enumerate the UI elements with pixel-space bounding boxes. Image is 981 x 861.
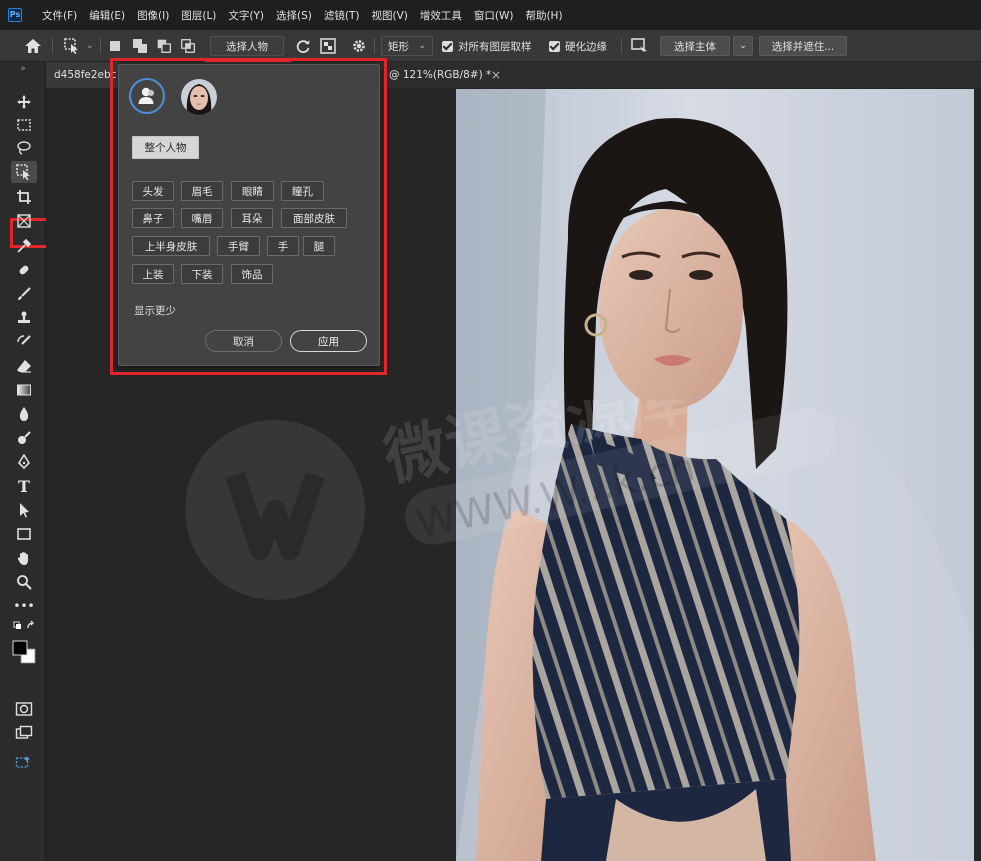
healing-brush-icon[interactable]	[11, 259, 37, 281]
close-icon[interactable]: ×	[491, 62, 505, 88]
color-swatches-icon[interactable]	[11, 636, 37, 668]
swap-colors-icon[interactable]	[11, 618, 37, 634]
checkbox-checked-icon	[442, 40, 453, 52]
menu-view[interactable]: 视图(V)	[365, 8, 413, 23]
select-subject-button[interactable]: 选择主体	[660, 30, 730, 62]
menu-help[interactable]: 帮助(H)	[519, 8, 568, 23]
hard-edge-checkbox[interactable]: 硬化边缘	[549, 30, 607, 62]
object-selection-tool-icon[interactable]	[64, 30, 80, 62]
hard-edge-label: 硬化边缘	[565, 40, 607, 53]
menu-edit[interactable]: 编辑(E)	[83, 8, 131, 23]
document-image	[456, 89, 974, 861]
checkbox-checked-icon	[549, 40, 560, 52]
lasso-tool-icon[interactable]	[11, 137, 37, 159]
highlight-select-people-panel	[110, 58, 387, 375]
menu-filter[interactable]: 滤镜(T)	[318, 8, 366, 23]
select-subject-label: 选择主体	[660, 36, 730, 56]
quick-mask-icon[interactable]	[11, 698, 37, 720]
object-selection-tool-icon[interactable]	[11, 161, 37, 183]
sample-all-layers-label: 对所有图层取样	[458, 40, 532, 53]
tool-preset-chevron-icon[interactable]: ⌄	[86, 30, 94, 62]
tab-document-1[interactable]: d458fe2ebc	[46, 62, 118, 88]
history-brush-icon[interactable]	[11, 331, 37, 353]
mode-select-value: 矩形	[388, 40, 409, 53]
type-tool-icon[interactable]: T	[11, 475, 37, 497]
menu-layer[interactable]: 图层(L)	[175, 8, 222, 23]
chevron-down-icon: ⌄	[733, 36, 753, 56]
tools-panel: » T •••	[0, 62, 60, 861]
select-and-mask-button[interactable]: 选择并遮住...	[759, 30, 847, 62]
menu-image[interactable]: 图像(I)	[131, 8, 175, 23]
menu-select[interactable]: 选择(S)	[270, 8, 318, 23]
crop-tool-icon[interactable]	[11, 186, 37, 208]
home-icon[interactable]	[24, 30, 42, 62]
tab-document-1-label: d458fe2ebc	[54, 69, 117, 81]
frame-tool-icon[interactable]	[11, 210, 37, 232]
photoshop-logo: Ps	[8, 8, 22, 22]
mode-select[interactable]: 矩形 ⌄	[381, 30, 433, 62]
marquee-tool-icon[interactable]	[11, 114, 37, 136]
dodge-tool-icon[interactable]	[11, 427, 37, 449]
select-and-mask-label: 选择并遮住...	[759, 36, 847, 56]
zoom-tool-icon[interactable]	[11, 571, 37, 593]
eyedropper-tool-icon[interactable]	[11, 235, 37, 257]
pen-tool-icon[interactable]	[11, 451, 37, 473]
rectangle-tool-icon[interactable]	[11, 523, 37, 545]
eraser-tool-icon[interactable]	[11, 355, 37, 377]
menu-bar: Ps 文件(F) 编辑(E) 图像(I) 图层(L) 文字(Y) 选择(S) 滤…	[0, 0, 981, 30]
portrait-image	[456, 89, 974, 861]
hand-tool-icon[interactable]	[11, 547, 37, 569]
tab-document-2-label: @ 121%(RGB/8#) *	[389, 69, 492, 81]
menu-type[interactable]: 文字(Y)	[222, 8, 270, 23]
clone-stamp-icon[interactable]	[11, 307, 37, 329]
brush-tool-icon[interactable]	[11, 283, 37, 305]
menu-file[interactable]: 文件(F)	[36, 8, 83, 23]
chevron-down-icon: ⌄	[418, 41, 426, 51]
move-tool-icon[interactable]	[11, 91, 37, 113]
more-tools-icon[interactable]: •••	[11, 595, 37, 617]
path-selection-icon[interactable]	[11, 499, 37, 521]
generative-fill-icon[interactable]	[11, 751, 37, 773]
select-subject-chevron[interactable]: ⌄	[733, 30, 753, 62]
menu-plugins[interactable]: 增效工具	[414, 8, 468, 23]
blur-tool-icon[interactable]	[11, 403, 37, 425]
collapse-toolbar-icon[interactable]: »	[10, 63, 36, 75]
sample-all-layers-checkbox[interactable]: 对所有图层取样	[442, 30, 532, 62]
select-people-label: 选择人物	[210, 36, 284, 56]
screen-mode-icon[interactable]	[11, 722, 37, 744]
menu-window[interactable]: 窗口(W)	[468, 8, 520, 23]
gradient-tool-icon[interactable]	[11, 379, 37, 401]
select-subject-dropdown-icon[interactable]	[631, 30, 649, 62]
